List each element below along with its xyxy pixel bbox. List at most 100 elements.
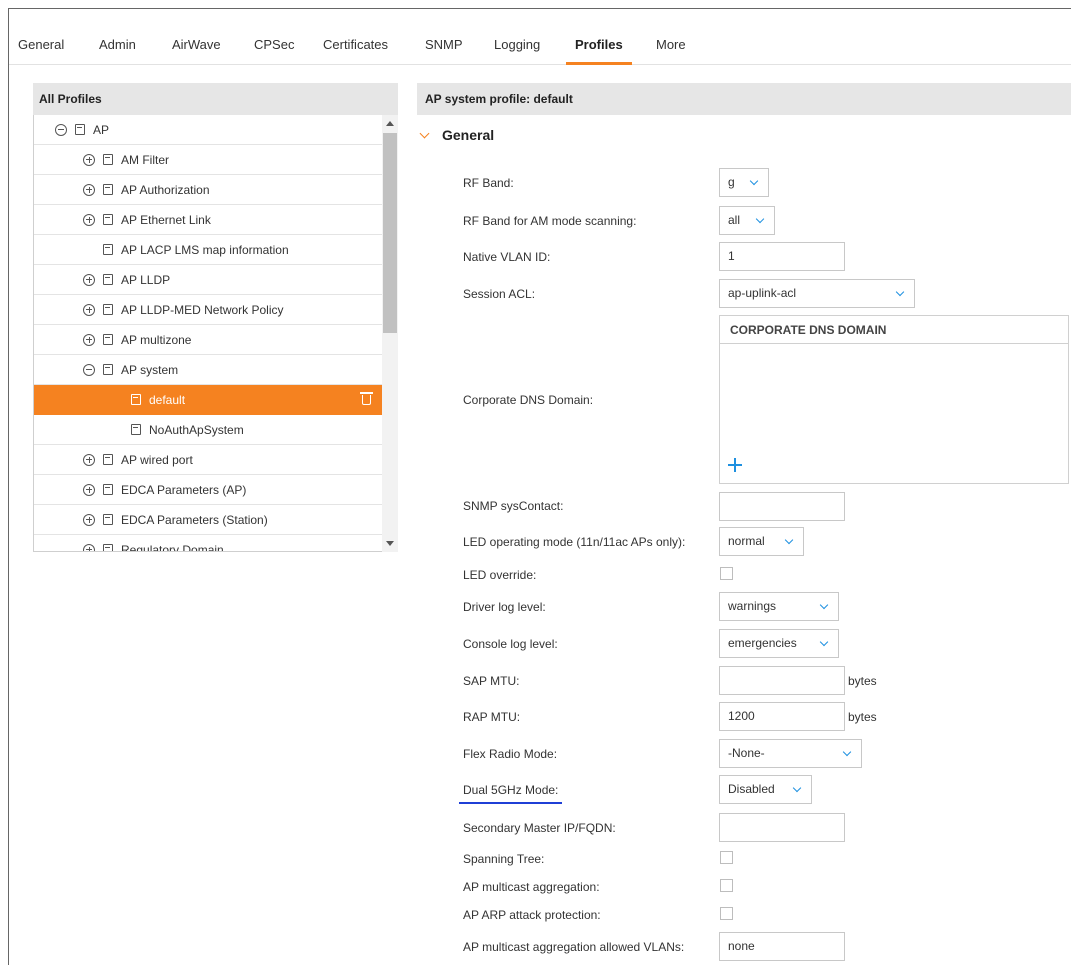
tree-item-ap-multizone[interactable]: AP multizone: [34, 325, 383, 355]
tab-airwave[interactable]: AirWave: [172, 35, 221, 65]
collapse-icon[interactable]: [55, 123, 67, 136]
tree-item-ap-lldp-med[interactable]: AP LLDP-MED Network Policy: [34, 295, 383, 325]
tree-item-label: AP wired port: [121, 452, 193, 467]
tree-item-ap-ethernet-link[interactable]: AP Ethernet Link: [34, 205, 383, 235]
native-vlan-input[interactable]: 1: [719, 242, 845, 271]
native-vlan-label: Native VLAN ID:: [463, 250, 551, 264]
expand-icon[interactable]: [83, 273, 95, 286]
sap-mtu-label: SAP MTU:: [463, 674, 520, 688]
scroll-up-arrow-icon[interactable]: [386, 121, 394, 126]
expand-icon[interactable]: [83, 483, 95, 496]
chevron-down-icon: [819, 600, 829, 610]
flex-radio-select[interactable]: -None-: [719, 739, 862, 768]
section-title: General: [442, 127, 495, 143]
flex-radio-label: Flex Radio Mode:: [463, 747, 558, 761]
tree-item-am-filter[interactable]: AM Filter: [34, 145, 383, 175]
dns-column-header: CORPORATE DNS DOMAIN: [720, 316, 1068, 344]
tree-item-edca-ap[interactable]: EDCA Parameters (AP): [34, 475, 383, 505]
tree-item-ap-lacp-lms[interactable]: AP LACP LMS map information: [34, 235, 383, 265]
tree-item-label: AP multizone: [121, 332, 192, 347]
rap-mtu-unit: bytes: [848, 710, 877, 724]
tab-cpsec[interactable]: CPSec: [254, 35, 294, 65]
tree-item-ap[interactable]: AP: [34, 115, 383, 145]
tree-item-noauthapsystem[interactable]: NoAuthApSystem: [34, 415, 383, 445]
expand-icon[interactable]: [83, 453, 95, 466]
chevron-down-icon: [895, 287, 905, 297]
chevron-down-icon: [792, 783, 802, 793]
tab-profiles[interactable]: Profiles: [566, 35, 632, 65]
window-border-left: [8, 8, 9, 965]
tree-item-label: AM Filter: [121, 152, 169, 167]
trash-icon[interactable]: [360, 392, 373, 405]
rf-band-label: RF Band:: [463, 176, 514, 190]
all-profiles-header: All Profiles: [33, 83, 398, 115]
multicast-vlans-input[interactable]: none: [719, 932, 845, 961]
profiles-tree: AP AM Filter AP Authorization AP Etherne…: [33, 115, 398, 552]
rf-band-select[interactable]: g: [719, 168, 769, 197]
tree-item-default[interactable]: default: [34, 385, 383, 415]
document-icon: [103, 334, 113, 345]
add-icon[interactable]: [728, 458, 742, 472]
rf-band-am-select[interactable]: all: [719, 206, 775, 235]
window-border-top: [8, 8, 1071, 9]
corporate-dns-table: CORPORATE DNS DOMAIN: [719, 315, 1069, 484]
tab-more[interactable]: More: [656, 35, 686, 65]
document-icon: [103, 514, 113, 525]
expand-icon[interactable]: [83, 213, 95, 226]
tab-bar: General Admin AirWave CPSec Certificates…: [9, 35, 1071, 65]
console-log-label: Console log level:: [463, 637, 558, 651]
tree-scrollbar[interactable]: [382, 115, 398, 552]
secondary-master-input[interactable]: [719, 813, 845, 842]
spanning-tree-checkbox[interactable]: [720, 851, 733, 864]
general-section-toggle[interactable]: General: [417, 124, 494, 146]
tree-item-label: NoAuthApSystem: [149, 422, 244, 437]
tree-item-ap-authorization[interactable]: AP Authorization: [34, 175, 383, 205]
led-mode-select[interactable]: normal: [719, 527, 804, 556]
tree-item-ap-wired-port[interactable]: AP wired port: [34, 445, 383, 475]
tree-item-label: EDCA Parameters (Station): [121, 512, 268, 527]
led-override-label: LED override:: [463, 568, 537, 582]
dual-5ghz-select[interactable]: Disabled: [719, 775, 812, 804]
tab-admin[interactable]: Admin: [99, 35, 136, 65]
tab-certificates[interactable]: Certificates: [323, 35, 388, 65]
tab-general[interactable]: General: [18, 35, 64, 65]
scroll-thumb[interactable]: [383, 133, 397, 333]
spanning-tree-label: Spanning Tree:: [463, 852, 545, 866]
expand-icon[interactable]: [83, 303, 95, 316]
tree-item-ap-system[interactable]: AP system: [34, 355, 383, 385]
tree-item-label: AP Authorization: [121, 182, 210, 197]
session-acl-label: Session ACL:: [463, 287, 536, 301]
expand-icon[interactable]: [83, 513, 95, 526]
multicast-agg-checkbox[interactable]: [720, 879, 733, 892]
multicast-vlans-label: AP multicast aggregation allowed VLANs:: [463, 940, 685, 954]
tree-item-label: AP LLDP: [121, 272, 171, 287]
snmp-syscontact-input[interactable]: [719, 492, 845, 521]
expand-icon[interactable]: [83, 333, 95, 346]
tree-item-regulatory-domain[interactable]: Regulatory Domain: [34, 535, 383, 551]
tree-item-ap-lldp[interactable]: AP LLDP: [34, 265, 383, 295]
console-log-select[interactable]: emergencies: [719, 629, 839, 658]
arp-protection-checkbox[interactable]: [720, 907, 733, 920]
tab-snmp[interactable]: SNMP: [425, 35, 463, 65]
led-override-checkbox[interactable]: [720, 567, 733, 580]
expand-icon[interactable]: [83, 183, 95, 196]
expand-icon[interactable]: [83, 543, 95, 551]
rap-mtu-input[interactable]: 1200: [719, 702, 845, 731]
scroll-down-arrow-icon[interactable]: [386, 541, 394, 546]
document-icon: [75, 124, 85, 135]
tab-logging[interactable]: Logging: [494, 35, 540, 65]
document-icon: [131, 424, 141, 435]
session-acl-select[interactable]: ap-uplink-acl: [719, 279, 915, 308]
tree-item-edca-station[interactable]: EDCA Parameters (Station): [34, 505, 383, 535]
document-icon: [103, 364, 113, 375]
tree-item-label: default: [149, 392, 186, 407]
expand-icon[interactable]: [83, 153, 95, 166]
sap-mtu-input[interactable]: [719, 666, 845, 695]
document-icon: [103, 184, 113, 195]
document-icon: [103, 154, 113, 165]
dual-5ghz-label: Dual 5GHz Mode:: [458, 783, 563, 804]
driver-log-label: Driver log level:: [463, 600, 546, 614]
rap-mtu-label: RAP MTU:: [463, 710, 521, 724]
driver-log-select[interactable]: warnings: [719, 592, 839, 621]
collapse-icon[interactable]: [83, 363, 95, 376]
